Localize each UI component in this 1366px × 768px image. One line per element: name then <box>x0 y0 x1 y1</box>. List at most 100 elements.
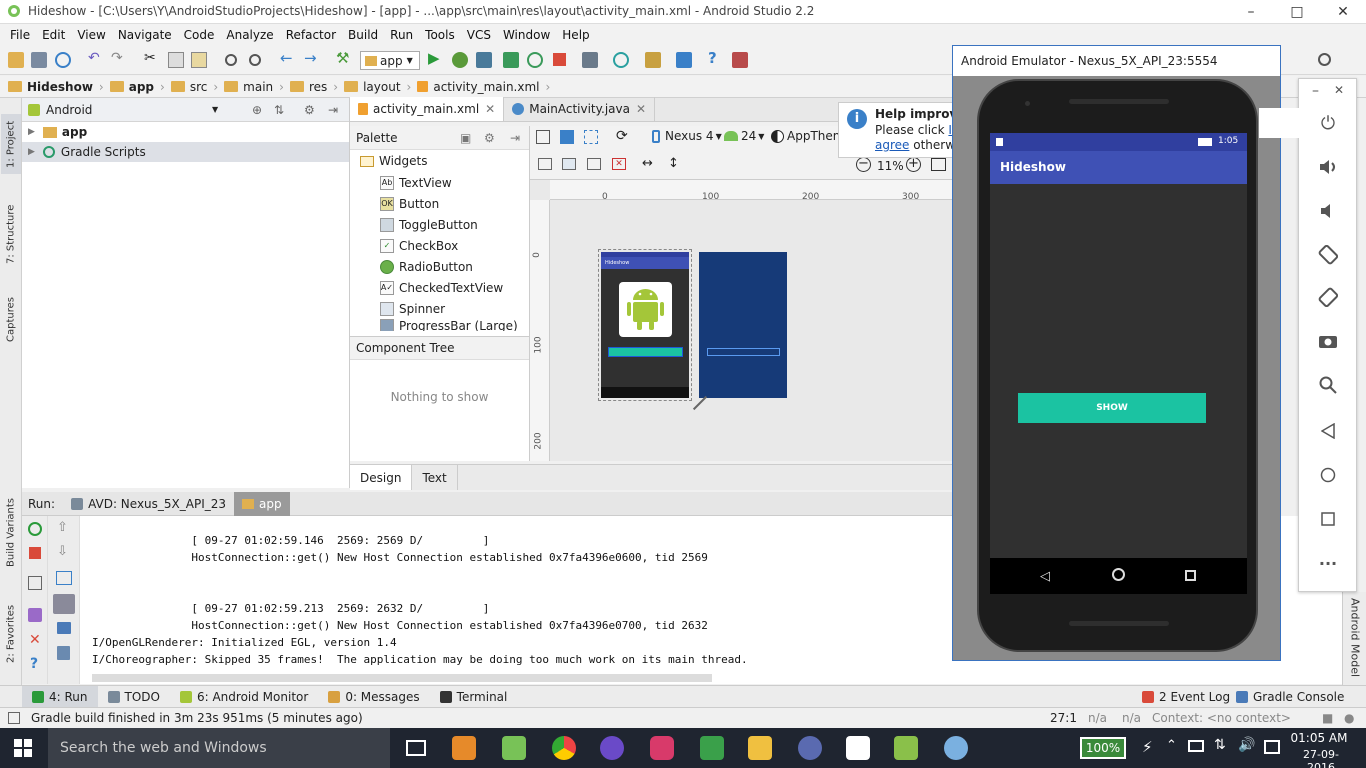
orientation-icon[interactable]: ⟳ <box>616 128 628 144</box>
replace-icon[interactable] <box>249 54 261 66</box>
project-view-select[interactable]: Android <box>46 103 92 117</box>
scroll-up-icon[interactable]: ⇧ <box>57 520 68 535</box>
api-select[interactable]: 24 ▼ <box>724 129 764 143</box>
line-separator[interactable]: n/a <box>1088 711 1107 725</box>
sync-icon[interactable] <box>55 52 71 68</box>
clock-date[interactable]: 27-09-2016 <box>1290 748 1352 768</box>
tab-messages[interactable]: 0: Messages <box>318 686 429 708</box>
app-icon[interactable] <box>798 736 822 760</box>
hide-icon[interactable]: ⇥ <box>510 131 520 145</box>
back-icon[interactable]: ← <box>280 49 296 67</box>
palette-item-checkbox[interactable]: ✓ CheckBox <box>350 235 529 256</box>
tab-structure[interactable]: 7: Structure <box>1 204 21 264</box>
tab-event-log[interactable]: 2 Event Log <box>1132 686 1240 708</box>
tab-activity-main-xml[interactable]: activity_main.xml ✕ <box>350 97 505 121</box>
both-surfaces-icon[interactable] <box>584 130 598 144</box>
breadcrumb-src[interactable]: src › <box>170 80 224 94</box>
expand-arrow-icon[interactable]: ▶ <box>28 147 35 157</box>
autoconnect-icon[interactable] <box>562 158 576 170</box>
palette-item-checkedtextview[interactable]: A✓ CheckedTextView <box>350 277 529 298</box>
chevron-down-icon[interactable]: ▼ <box>212 105 218 114</box>
hide-icon[interactable]: ⇥ <box>328 103 338 117</box>
forward-icon[interactable]: → <box>304 49 320 67</box>
tree-item-gradle-scripts[interactable]: ▶ Gradle Scripts <box>22 142 349 162</box>
rerun-icon[interactable] <box>527 52 543 68</box>
more-options-icon[interactable]: ··· <box>1316 551 1340 575</box>
menu-navigate[interactable]: Navigate <box>112 28 178 42</box>
menu-code[interactable]: Code <box>178 28 221 42</box>
preview-button[interactable] <box>608 347 683 357</box>
rerun-icon[interactable] <box>28 522 42 536</box>
debug-icon[interactable] <box>452 52 468 68</box>
minimize-button[interactable]: – <box>1228 0 1274 24</box>
scroll-from-source-icon[interactable]: ⊕ <box>252 103 262 117</box>
inspector-icon[interactable]: ● <box>1344 711 1354 725</box>
tab-text[interactable]: Text <box>412 465 458 490</box>
clear-constraints-icon[interactable]: ✕ <box>612 158 626 170</box>
rotate-right-icon[interactable] <box>1316 285 1340 309</box>
menu-tools[interactable]: Tools <box>419 28 461 42</box>
gear-icon[interactable]: ⚙ <box>304 103 315 117</box>
media-app-icon[interactable] <box>452 736 476 760</box>
close-icon[interactable]: ✕ <box>29 632 41 648</box>
save-icon[interactable] <box>31 52 47 68</box>
power-icon[interactable]: ⏻ <box>1316 111 1340 135</box>
device-select[interactable]: Nexus 4 ▼ <box>652 129 722 143</box>
menu-view[interactable]: View <box>71 28 111 42</box>
breadcrumb-hideshow[interactable]: Hideshow › <box>8 80 110 94</box>
home-icon[interactable] <box>1316 463 1340 487</box>
build-hammer-icon[interactable]: ⚒ <box>336 49 352 67</box>
clock-time[interactable]: 01:05 AM <box>1290 731 1348 745</box>
blueprint-icon[interactable] <box>560 130 574 144</box>
emulator-taskbar-icon[interactable] <box>894 736 918 760</box>
open-folder-icon[interactable] <box>8 52 24 68</box>
soft-wrap-icon[interactable] <box>56 571 72 585</box>
android-logo-image[interactable] <box>619 282 672 337</box>
file-explorer-icon[interactable] <box>748 736 772 760</box>
zoom-out-icon[interactable]: − <box>856 157 871 172</box>
task-view-icon[interactable] <box>406 740 426 756</box>
volume-up-icon[interactable] <box>1316 155 1340 179</box>
menu-window[interactable]: Window <box>497 28 556 42</box>
cursor-position[interactable]: 27:1 <box>1050 711 1077 725</box>
run-config-select[interactable]: app ▼ <box>360 51 420 70</box>
breadcrumb-layout[interactable]: layout › <box>344 80 417 94</box>
tab-todo[interactable]: TODO <box>98 686 170 708</box>
pack-vertical-icon[interactable]: ↕ <box>668 156 679 171</box>
tab-android-monitor[interactable]: 6: Android Monitor <box>170 686 318 708</box>
layout-icon[interactable] <box>28 576 42 590</box>
volume-down-icon[interactable] <box>1316 199 1340 223</box>
rotate-left-icon[interactable] <box>1316 243 1340 267</box>
palette-item-progressbar-large[interactable]: ProgressBar (Large) <box>350 319 529 331</box>
blueprint-preview[interactable] <box>699 252 787 398</box>
sdk-manager-icon[interactable] <box>676 52 692 68</box>
tab-run[interactable]: 4: Run <box>22 685 98 708</box>
resize-handle-icon[interactable] <box>692 395 708 411</box>
palette-item-button[interactable]: OK Button <box>350 193 529 214</box>
android-studio-taskbar-icon[interactable] <box>502 736 526 760</box>
help-link-agree[interactable]: agree <box>875 138 909 152</box>
palette-group-widgets[interactable]: Widgets <box>350 150 529 172</box>
show-button[interactable]: SHOW <box>1018 393 1206 423</box>
oo-app-icon[interactable] <box>650 736 674 760</box>
copy-icon[interactable] <box>168 52 184 68</box>
battery-indicator[interactable]: 100% <box>1080 737 1126 759</box>
maximize-button[interactable]: □ <box>1274 0 1320 24</box>
menu-run[interactable]: Run <box>384 28 419 42</box>
attach-debugger-icon[interactable] <box>476 52 492 68</box>
menu-refactor[interactable]: Refactor <box>280 28 342 42</box>
bluestacks-icon[interactable] <box>700 736 724 760</box>
paste-icon[interactable] <box>191 52 207 68</box>
volume-icon[interactable]: 🔊 <box>1238 737 1255 753</box>
store-icon[interactable] <box>846 736 870 760</box>
menu-build[interactable]: Build <box>342 28 384 42</box>
search-everywhere-icon[interactable] <box>1318 53 1331 66</box>
undo-icon[interactable]: ↶ <box>88 50 104 66</box>
scroll-to-end-icon[interactable] <box>53 594 75 614</box>
lock-icon[interactable]: ■ <box>1322 711 1333 725</box>
collapse-all-icon[interactable]: ⇅ <box>274 103 284 117</box>
project-structure-icon[interactable] <box>645 52 661 68</box>
default-margins-icon[interactable] <box>587 158 601 170</box>
file-encoding[interactable]: n/a <box>1122 711 1141 725</box>
close-tab-icon[interactable]: ✕ <box>636 102 646 116</box>
